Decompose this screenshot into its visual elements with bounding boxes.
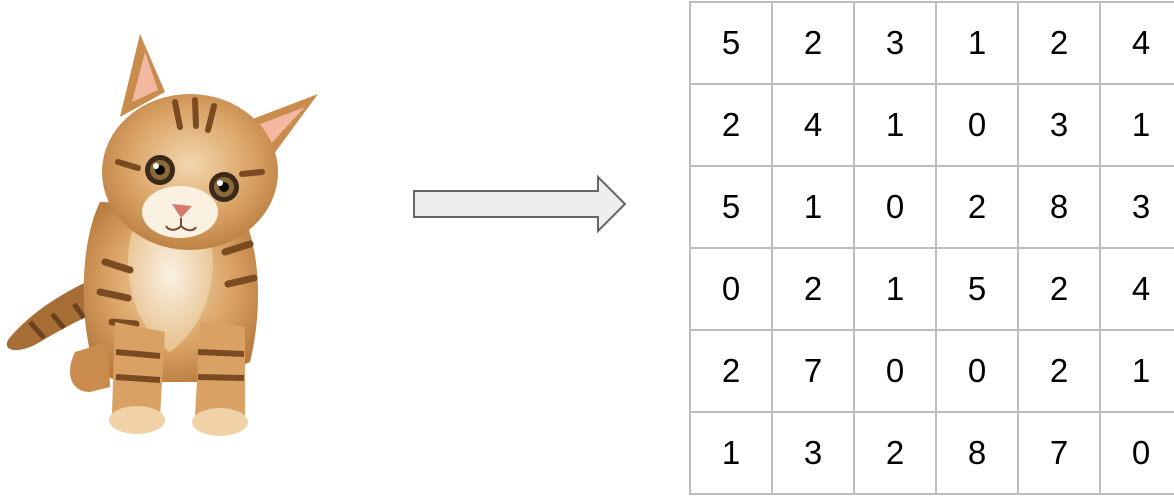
- matrix-cell: 0: [1099, 411, 1174, 495]
- matrix-cell: 2: [771, 1, 855, 85]
- matrix-cell: 3: [853, 1, 937, 85]
- matrix-cell: 1: [1099, 329, 1174, 413]
- matrix-cell: 1: [771, 165, 855, 249]
- matrix-cell: 1: [853, 83, 937, 167]
- matrix-cell: 3: [771, 411, 855, 495]
- kitten-image: [6, 34, 318, 436]
- pixel-value-matrix: 523124241031510283021524270021132870: [689, 1, 1174, 495]
- matrix-cell: 7: [771, 329, 855, 413]
- matrix-cell: 2: [771, 247, 855, 331]
- matrix-cell: 7: [1017, 411, 1101, 495]
- matrix-cell: 3: [1099, 165, 1174, 249]
- right-arrow-icon: [413, 175, 627, 233]
- matrix-cell: 0: [853, 165, 937, 249]
- matrix-cell: 2: [689, 83, 773, 167]
- matrix-cell: 2: [853, 411, 937, 495]
- matrix-cell: 1: [853, 247, 937, 331]
- matrix-row: 270021: [689, 329, 1174, 413]
- matrix-cell: 8: [935, 411, 1019, 495]
- matrix-cell: 2: [1017, 247, 1101, 331]
- matrix-cell: 5: [689, 165, 773, 249]
- matrix-cell: 2: [689, 329, 773, 413]
- matrix-row: 510283: [689, 165, 1174, 249]
- matrix-cell: 5: [935, 247, 1019, 331]
- matrix-cell: 2: [935, 165, 1019, 249]
- matrix-cell: 0: [935, 83, 1019, 167]
- matrix-cell: 1: [1099, 83, 1174, 167]
- matrix-cell: 1: [689, 411, 773, 495]
- matrix-row: 021524: [689, 247, 1174, 331]
- matrix-cell: 4: [1099, 1, 1174, 85]
- matrix-cell: 8: [1017, 165, 1101, 249]
- matrix-cell: 2: [1017, 329, 1101, 413]
- matrix-cell: 5: [689, 1, 773, 85]
- matrix-cell: 1: [935, 1, 1019, 85]
- matrix-cell: 0: [853, 329, 937, 413]
- matrix-cell: 2: [1017, 1, 1101, 85]
- matrix-row: 523124: [689, 1, 1174, 85]
- matrix-cell: 0: [935, 329, 1019, 413]
- matrix-row: 241031: [689, 83, 1174, 167]
- matrix-cell: 0: [689, 247, 773, 331]
- matrix-row: 132870: [689, 411, 1174, 495]
- matrix-cell: 4: [771, 83, 855, 167]
- matrix-cell: 3: [1017, 83, 1101, 167]
- matrix-cell: 4: [1099, 247, 1174, 331]
